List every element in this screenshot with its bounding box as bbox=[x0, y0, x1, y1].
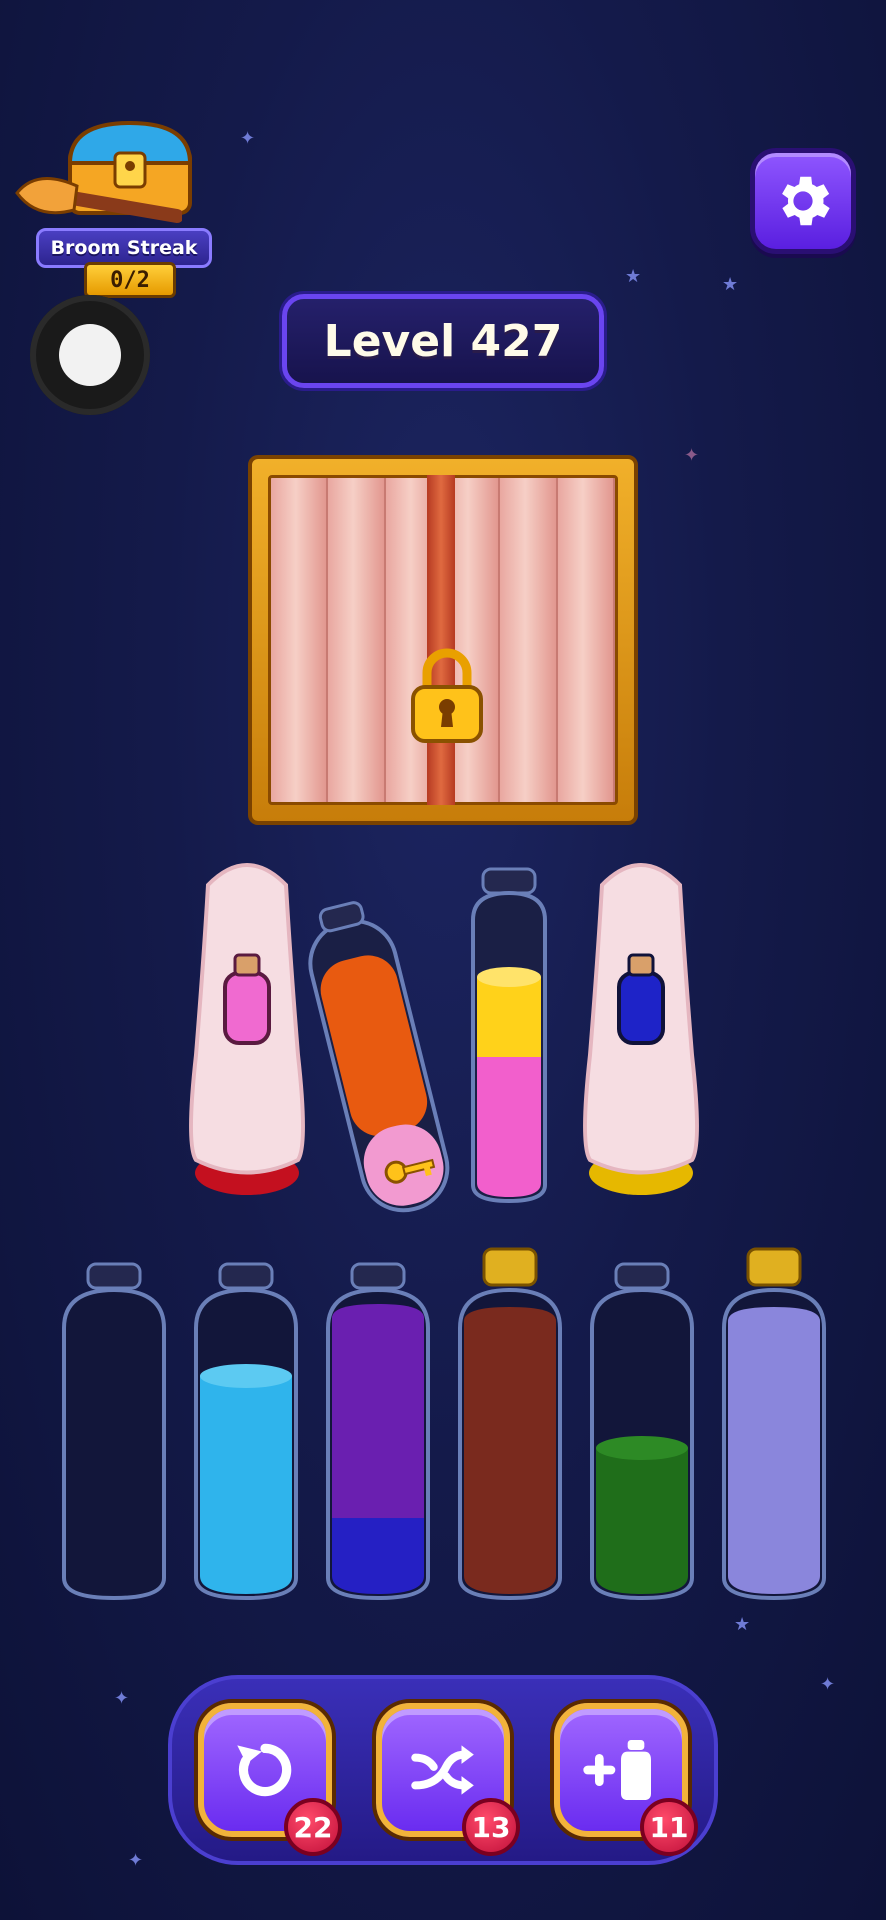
tube-selected-2[interactable] bbox=[285, 895, 455, 1230]
tube-bottom-5[interactable] bbox=[586, 1258, 698, 1603]
gear-icon bbox=[782, 176, 830, 226]
star-decoration: ✦ bbox=[240, 128, 256, 149]
tube-bottom-3[interactable] bbox=[322, 1258, 434, 1603]
tube-bottom-1[interactable] bbox=[58, 1258, 170, 1603]
star-decoration: ✦ bbox=[128, 1850, 144, 1871]
tube-covered-4[interactable] bbox=[572, 855, 710, 1200]
locked-crate bbox=[248, 455, 638, 825]
broom-icon bbox=[15, 176, 182, 223]
broom-streak-widget[interactable]: Broom Streak 0/2 bbox=[12, 118, 212, 298]
star-decoration: ✦ bbox=[114, 1688, 130, 1709]
undo-count: 22 bbox=[284, 1798, 342, 1856]
streak-progress: 0/2 bbox=[84, 262, 176, 298]
screen-record-button[interactable] bbox=[30, 295, 150, 415]
crate-strap bbox=[427, 475, 455, 805]
tube-open-3[interactable] bbox=[453, 865, 565, 1205]
shuffle-icon bbox=[411, 1745, 474, 1795]
star-decoration: ✦ bbox=[684, 445, 700, 466]
shuffle-count: 13 bbox=[462, 1798, 520, 1856]
star-decoration: ✦ bbox=[820, 1674, 836, 1695]
tube-bottom-2[interactable] bbox=[190, 1258, 302, 1603]
star-decoration: ★ bbox=[722, 274, 739, 295]
record-icon bbox=[59, 324, 121, 386]
level-label: Level 427 bbox=[282, 294, 604, 388]
star-decoration: ★ bbox=[625, 266, 642, 287]
add-tube-icon bbox=[583, 1740, 651, 1800]
undo-icon bbox=[237, 1743, 292, 1797]
tube-bottom-4[interactable] bbox=[454, 1245, 566, 1603]
padlock-icon bbox=[411, 648, 483, 743]
add-tube-count: 11 bbox=[640, 1798, 698, 1856]
settings-button[interactable] bbox=[750, 148, 856, 254]
star-decoration: ★ bbox=[734, 1614, 751, 1635]
tube-bottom-6[interactable] bbox=[718, 1245, 830, 1603]
